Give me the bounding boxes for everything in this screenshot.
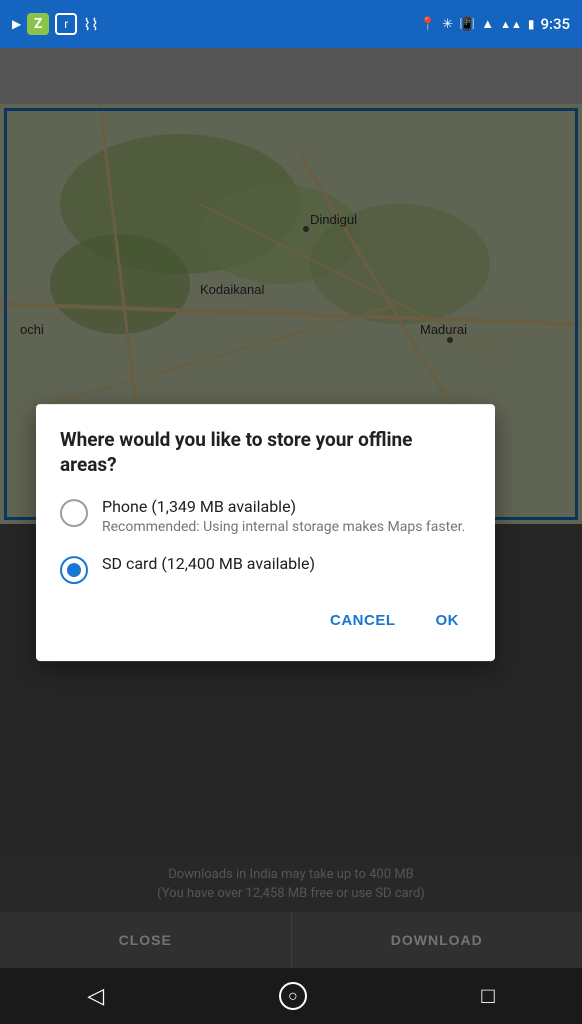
- z-app-icon: Z: [27, 13, 49, 35]
- nav-bar: ◁ ○ □: [0, 968, 582, 1024]
- status-bar: ▶ Z r ⌇⌇ 📍 ✳ 📳 ▲ ▲▲ ▮ 9:35: [0, 0, 582, 48]
- status-bar-right: 📍 ✳ 📳 ▲ ▲▲ ▮ 9:35: [420, 15, 570, 33]
- home-nav-icon[interactable]: ○: [279, 982, 307, 1010]
- dialog-title: Where would you like to store your offli…: [60, 428, 471, 477]
- play-icon: ▶: [12, 17, 21, 31]
- vibrate-icon: 📳: [459, 17, 475, 32]
- status-bar-left: ▶ Z r ⌇⌇: [12, 13, 99, 35]
- phone-option-sublabel: Recommended: Using internal storage make…: [102, 518, 465, 538]
- location-icon: 📍: [420, 17, 436, 32]
- recent-nav-icon[interactable]: □: [481, 983, 494, 1009]
- phone-option[interactable]: Phone (1,349 MB available) Recommended: …: [60, 497, 471, 538]
- signal-icon: ▲▲: [500, 18, 522, 31]
- dialog-box: Where would you like to store your offli…: [36, 404, 495, 661]
- dialog-wrapper: Where would you like to store your offli…: [36, 404, 546, 661]
- sdcard-radio-circle[interactable]: [60, 556, 88, 584]
- status-time: 9:35: [540, 15, 570, 33]
- wifi-icon: ▲: [481, 16, 494, 32]
- battery-icon: ▮: [528, 17, 535, 31]
- phone-radio-circle[interactable]: [60, 499, 88, 527]
- page-wrapper: ▶ Z r ⌇⌇ 📍 ✳ 📳 ▲ ▲▲ ▮ 9:35 Download this…: [0, 0, 582, 1024]
- sdcard-text-group: SD card (12,400 MB available): [102, 554, 315, 573]
- r-app-icon: r: [55, 13, 77, 35]
- dialog-actions: CANCEL OK: [60, 604, 471, 637]
- phone-option-label: Phone (1,349 MB available): [102, 497, 465, 516]
- back-nav-icon[interactable]: ◁: [87, 984, 104, 1009]
- sdcard-option[interactable]: SD card (12,400 MB available): [60, 554, 471, 584]
- bluetooth-icon: ✳: [442, 17, 453, 32]
- voicemail-icon: ⌇⌇: [83, 15, 99, 34]
- ok-button[interactable]: OK: [424, 604, 472, 637]
- phone-text-group: Phone (1,349 MB available) Recommended: …: [102, 497, 465, 538]
- sdcard-option-label: SD card (12,400 MB available): [102, 554, 315, 573]
- cancel-button[interactable]: CANCEL: [318, 604, 408, 637]
